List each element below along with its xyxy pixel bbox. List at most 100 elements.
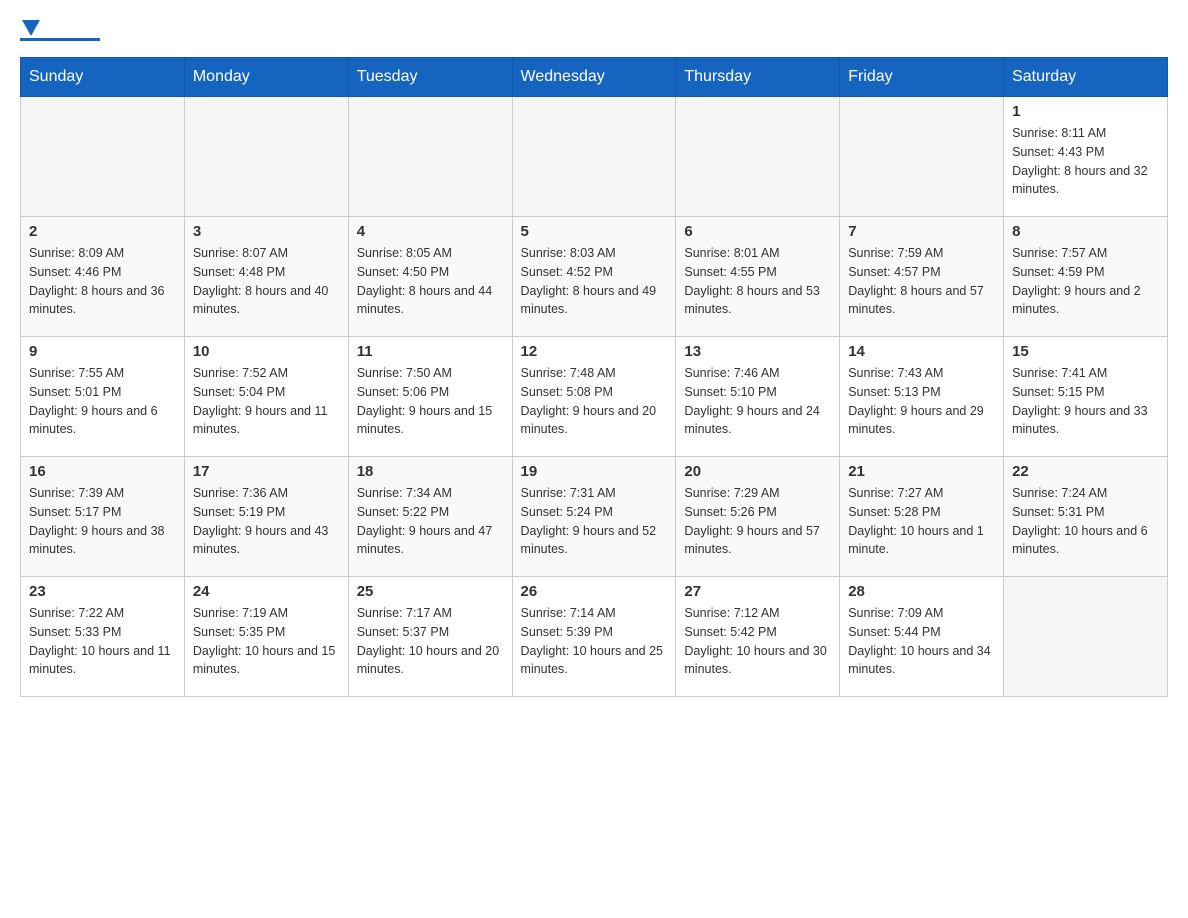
weekday-header-thursday: Thursday	[676, 58, 840, 97]
day-info: Sunrise: 7:34 AMSunset: 5:22 PMDaylight:…	[357, 484, 504, 559]
calendar-cell: 6 Sunrise: 8:01 AMSunset: 4:55 PMDaylight…	[676, 217, 840, 337]
day-number: 10	[193, 343, 340, 360]
day-number: 21	[848, 463, 995, 480]
day-info: Sunrise: 7:27 AMSunset: 5:28 PMDaylight:…	[848, 484, 995, 559]
day-number: 4	[357, 223, 504, 240]
calendar-cell: 18Sunrise: 7:34 AMSunset: 5:22 PMDayligh…	[348, 457, 512, 577]
day-number: 27	[684, 583, 831, 600]
logo-underline	[20, 38, 100, 41]
calendar-cell: 17 Sunrise: 7:36 AMSunset: 5:19 PMDayligh…	[184, 457, 348, 577]
calendar-cell	[21, 97, 185, 217]
day-number: 13	[684, 343, 831, 360]
day-info: Sunrise: 7:31 AMSunset: 5:24 PMDaylight:…	[521, 484, 668, 559]
day-info: Sunrise: 7:50 AMSunset: 5:06 PMDaylight:…	[357, 364, 504, 439]
calendar-cell	[348, 97, 512, 217]
calendar-cell	[676, 97, 840, 217]
day-info: Sunrise: 7:59 AMSunset: 4:57 PMDaylight:…	[848, 244, 995, 319]
calendar-cell	[512, 97, 676, 217]
day-info: Sunrise: 7:12 AMSunset: 5:42 PMDaylight:…	[684, 604, 831, 679]
calendar-cell: 20Sunrise: 7:29 AMSunset: 5:26 PMDayligh…	[676, 457, 840, 577]
day-info: Sunrise: 7:17 AMSunset: 5:37 PMDaylight:…	[357, 604, 504, 679]
day-number: 14	[848, 343, 995, 360]
weekday-header-wednesday: Wednesday	[512, 58, 676, 97]
day-number: 19	[521, 463, 668, 480]
day-info: Sunrise: 7:22 AMSunset: 5:33 PMDaylight:…	[29, 604, 176, 679]
day-number: 22	[1012, 463, 1159, 480]
day-number: 1	[1012, 103, 1159, 120]
day-info: Sunrise: 7:57 AMSunset: 4:59 PMDaylight:…	[1012, 244, 1159, 319]
calendar-cell: 21 Sunrise: 7:27 AMSunset: 5:28 PMDayligh…	[840, 457, 1004, 577]
day-number: 17	[193, 463, 340, 480]
calendar-cell: 13 Sunrise: 7:46 AMSunset: 5:10 PMDayligh…	[676, 337, 840, 457]
day-info: Sunrise: 7:39 AMSunset: 5:17 PMDaylight:…	[29, 484, 176, 559]
day-info: Sunrise: 7:41 AMSunset: 5:15 PMDaylight:…	[1012, 364, 1159, 439]
logo-triangle-icon	[22, 20, 40, 36]
day-info: Sunrise: 7:14 AMSunset: 5:39 PMDaylight:…	[521, 604, 668, 679]
weekday-header-friday: Friday	[840, 58, 1004, 97]
calendar-cell: 4Sunrise: 8:05 AMSunset: 4:50 PMDaylight…	[348, 217, 512, 337]
calendar-cell: 2 Sunrise: 8:09 AMSunset: 4:46 PMDaylight…	[21, 217, 185, 337]
calendar-cell: 25 Sunrise: 7:17 AMSunset: 5:37 PMDayligh…	[348, 577, 512, 697]
calendar-cell: 8 Sunrise: 7:57 AMSunset: 4:59 PMDaylight…	[1004, 217, 1168, 337]
day-number: 2	[29, 223, 176, 240]
day-info: Sunrise: 7:19 AMSunset: 5:35 PMDaylight:…	[193, 604, 340, 679]
day-info: Sunrise: 8:07 AMSunset: 4:48 PMDaylight:…	[193, 244, 340, 319]
day-number: 3	[193, 223, 340, 240]
calendar-week-row: 2 Sunrise: 8:09 AMSunset: 4:46 PMDaylight…	[21, 217, 1168, 337]
day-info: Sunrise: 7:46 AMSunset: 5:10 PMDaylight:…	[684, 364, 831, 439]
weekday-header-tuesday: Tuesday	[348, 58, 512, 97]
day-info: Sunrise: 7:52 AMSunset: 5:04 PMDaylight:…	[193, 364, 340, 439]
calendar-cell: 28 Sunrise: 7:09 AMSunset: 5:44 PMDayligh…	[840, 577, 1004, 697]
day-number: 9	[29, 343, 176, 360]
calendar-cell: 9 Sunrise: 7:55 AMSunset: 5:01 PMDaylight…	[21, 337, 185, 457]
day-number: 15	[1012, 343, 1159, 360]
day-info: Sunrise: 7:36 AMSunset: 5:19 PMDaylight:…	[193, 484, 340, 559]
day-number: 26	[521, 583, 668, 600]
calendar-cell: 22 Sunrise: 7:24 AMSunset: 5:31 PMDayligh…	[1004, 457, 1168, 577]
calendar-cell: 1 Sunrise: 8:11 AMSunset: 4:43 PMDaylight…	[1004, 97, 1168, 217]
day-info: Sunrise: 7:09 AMSunset: 5:44 PMDaylight:…	[848, 604, 995, 679]
calendar-cell: 14 Sunrise: 7:43 AMSunset: 5:13 PMDayligh…	[840, 337, 1004, 457]
day-number: 16	[29, 463, 176, 480]
calendar-cell: 26 Sunrise: 7:14 AMSunset: 5:39 PMDayligh…	[512, 577, 676, 697]
day-info: Sunrise: 8:03 AMSunset: 4:52 PMDaylight:…	[521, 244, 668, 319]
day-info: Sunrise: 7:55 AMSunset: 5:01 PMDaylight:…	[29, 364, 176, 439]
calendar-cell: 5 Sunrise: 8:03 AMSunset: 4:52 PMDaylight…	[512, 217, 676, 337]
weekday-header-sunday: Sunday	[21, 58, 185, 97]
day-number: 5	[521, 223, 668, 240]
calendar-week-row: 23Sunrise: 7:22 AMSunset: 5:33 PMDayligh…	[21, 577, 1168, 697]
weekday-header-monday: Monday	[184, 58, 348, 97]
calendar-cell: 27 Sunrise: 7:12 AMSunset: 5:42 PMDayligh…	[676, 577, 840, 697]
calendar-week-row: 9 Sunrise: 7:55 AMSunset: 5:01 PMDaylight…	[21, 337, 1168, 457]
day-number: 12	[521, 343, 668, 360]
calendar-cell: 24Sunrise: 7:19 AMSunset: 5:35 PMDayligh…	[184, 577, 348, 697]
calendar-header-row: SundayMondayTuesdayWednesdayThursdayFrid…	[21, 58, 1168, 97]
day-number: 28	[848, 583, 995, 600]
day-info: Sunrise: 8:09 AMSunset: 4:46 PMDaylight:…	[29, 244, 176, 319]
day-number: 8	[1012, 223, 1159, 240]
calendar-cell: 23Sunrise: 7:22 AMSunset: 5:33 PMDayligh…	[21, 577, 185, 697]
day-number: 7	[848, 223, 995, 240]
day-info: Sunrise: 7:24 AMSunset: 5:31 PMDaylight:…	[1012, 484, 1159, 559]
calendar-cell: 7 Sunrise: 7:59 AMSunset: 4:57 PMDaylight…	[840, 217, 1004, 337]
calendar-cell	[184, 97, 348, 217]
calendar-cell	[840, 97, 1004, 217]
day-number: 6	[684, 223, 831, 240]
day-info: Sunrise: 7:43 AMSunset: 5:13 PMDaylight:…	[848, 364, 995, 439]
day-info: Sunrise: 7:29 AMSunset: 5:26 PMDaylight:…	[684, 484, 831, 559]
logo	[20, 20, 100, 41]
calendar-cell: 16 Sunrise: 7:39 AMSunset: 5:17 PMDayligh…	[21, 457, 185, 577]
day-info: Sunrise: 7:48 AMSunset: 5:08 PMDaylight:…	[521, 364, 668, 439]
day-info: Sunrise: 8:01 AMSunset: 4:55 PMDaylight:…	[684, 244, 831, 319]
calendar-table: SundayMondayTuesdayWednesdayThursdayFrid…	[20, 57, 1168, 697]
calendar-cell: 19 Sunrise: 7:31 AMSunset: 5:24 PMDayligh…	[512, 457, 676, 577]
weekday-header-saturday: Saturday	[1004, 58, 1168, 97]
calendar-week-row: 1 Sunrise: 8:11 AMSunset: 4:43 PMDaylight…	[21, 97, 1168, 217]
calendar-week-row: 16 Sunrise: 7:39 AMSunset: 5:17 PMDayligh…	[21, 457, 1168, 577]
calendar-cell: 15 Sunrise: 7:41 AMSunset: 5:15 PMDayligh…	[1004, 337, 1168, 457]
day-info: Sunrise: 8:11 AMSunset: 4:43 PMDaylight:…	[1012, 124, 1159, 199]
calendar-cell: 12 Sunrise: 7:48 AMSunset: 5:08 PMDayligh…	[512, 337, 676, 457]
page-header	[20, 20, 1168, 41]
day-number: 11	[357, 343, 504, 360]
day-number: 25	[357, 583, 504, 600]
